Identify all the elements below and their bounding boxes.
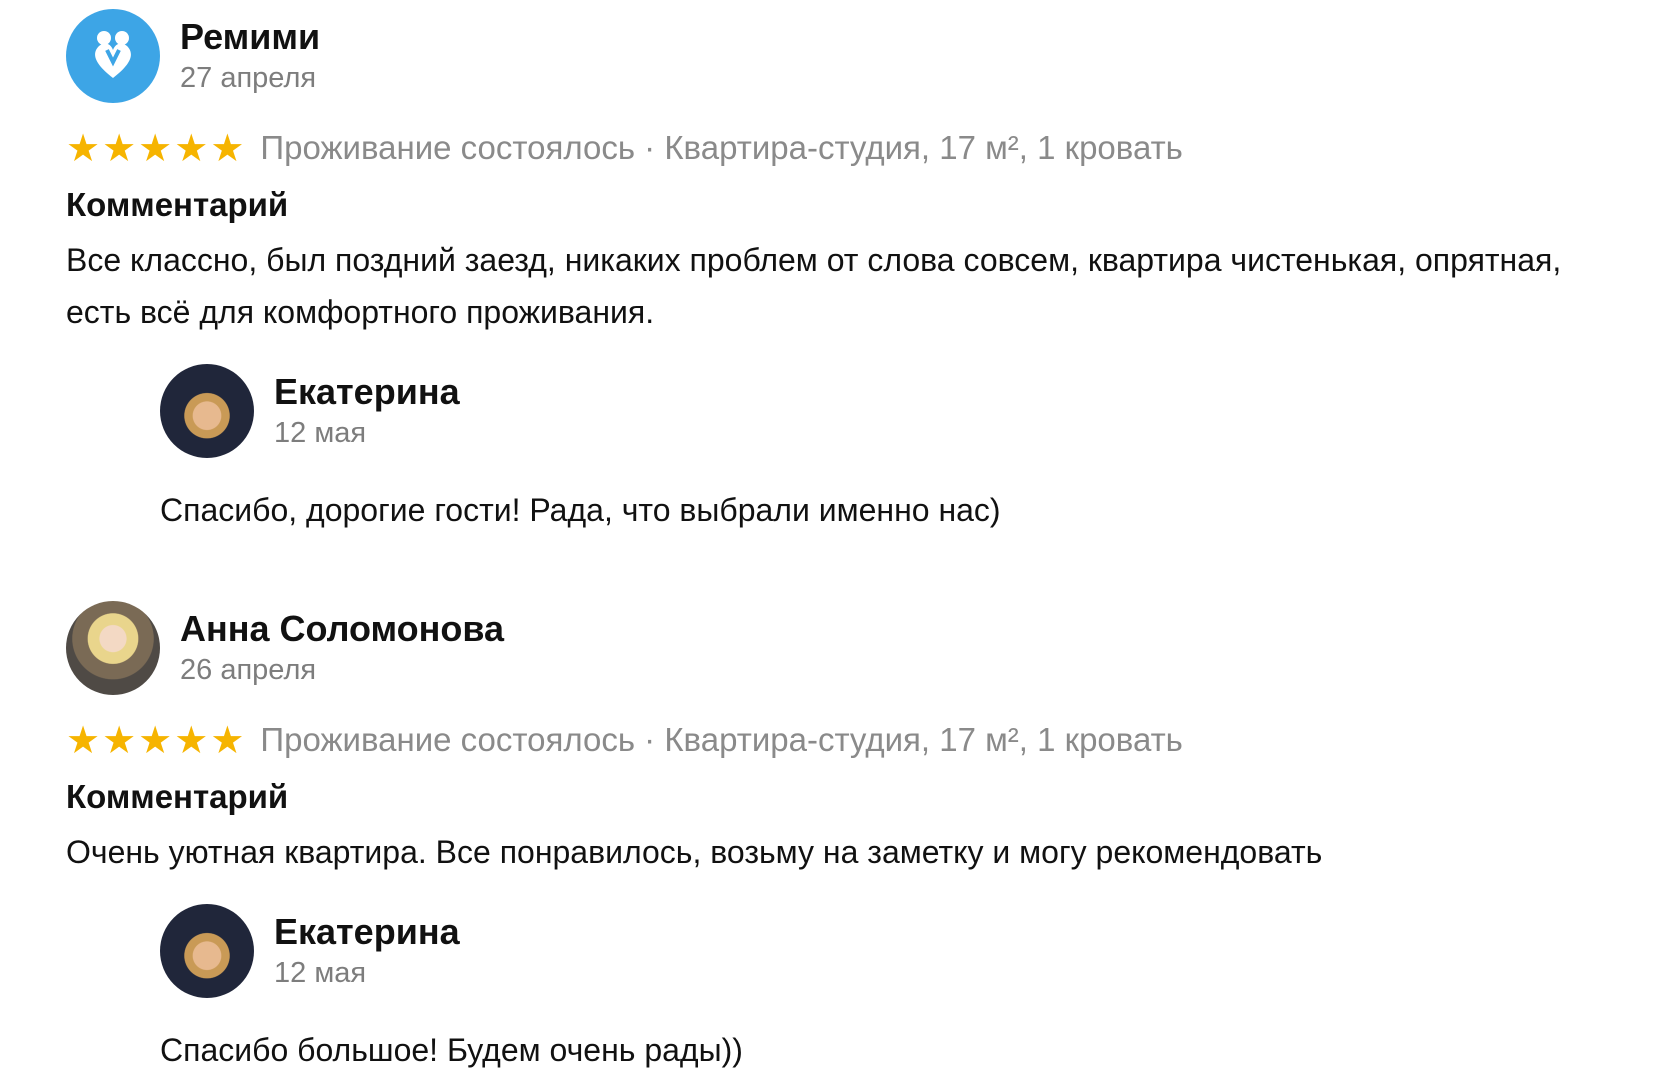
rating-line: ★ ★ ★ ★ ★ Проживание состоялось · Кварти… <box>66 718 1626 762</box>
star-rating: ★ ★ ★ ★ ★ <box>66 128 244 168</box>
rating-line: ★ ★ ★ ★ ★ Проживание состоялось · Кварти… <box>66 126 1626 170</box>
reply-text: Спасибо, дорогие гости! Рада, что выбрал… <box>160 492 1001 528</box>
star-icon: ★ <box>102 718 137 762</box>
comment-text: Очень уютная квартира. Все понравилось, … <box>66 834 1323 870</box>
star-icon: ★ <box>66 126 101 170</box>
star-icon: ★ <box>210 718 245 762</box>
review-card: Ремими 27 апреля ★ ★ ★ ★ ★ Проживание со… <box>66 8 1626 532</box>
stay-info: Проживание состоялось · Квартира-студия,… <box>260 721 1183 758</box>
reply-author[interactable]: Екатерина 12 мая <box>160 364 1626 458</box>
review-date: 27 апреля <box>180 62 317 94</box>
star-icon: ★ <box>138 126 173 170</box>
reply-author[interactable]: Екатерина 12 мая <box>160 904 1626 998</box>
author-name[interactable]: Ремими <box>180 16 320 58</box>
host-reply: Екатерина 12 мая Спасибо, дорогие гости!… <box>160 364 1626 532</box>
star-icon: ★ <box>174 718 209 762</box>
review-date: 26 апреля <box>180 654 317 686</box>
reply-text: Спасибо большое! Будем очень рады)) <box>160 1032 743 1068</box>
reply-date: 12 мая <box>274 957 367 989</box>
comment-label: Комментарий <box>66 778 289 815</box>
avatar[interactable] <box>160 904 254 998</box>
avatar[interactable] <box>160 364 254 458</box>
review-author[interactable]: Анна Соломонова 26 апреля <box>66 600 1626 696</box>
star-icon: ★ <box>102 126 137 170</box>
star-icon: ★ <box>174 126 209 170</box>
star-icon: ★ <box>210 126 245 170</box>
avatar[interactable] <box>66 601 160 695</box>
hearts-logo-icon <box>95 31 131 78</box>
star-icon: ★ <box>66 718 101 762</box>
star-icon: ★ <box>138 718 173 762</box>
reply-date: 12 мая <box>274 417 367 449</box>
review-card: Анна Соломонова 26 апреля ★ ★ ★ ★ ★ Прож… <box>66 600 1626 1072</box>
star-rating: ★ ★ ★ ★ ★ <box>66 720 244 760</box>
author-name[interactable]: Анна Соломонова <box>180 608 504 650</box>
author-name[interactable]: Екатерина <box>274 371 460 413</box>
review-author[interactable]: Ремими 27 апреля <box>66 8 1626 104</box>
avatar[interactable] <box>66 9 160 103</box>
stay-info: Проживание состоялось · Квартира-студия,… <box>260 129 1183 166</box>
comment-text: Все классно, был поздний заезд, никаких … <box>66 242 1562 330</box>
comment-label: Комментарий <box>66 186 289 223</box>
host-reply: Екатерина 12 мая Спасибо большое! Будем … <box>160 904 1626 1072</box>
author-name[interactable]: Екатерина <box>274 911 460 953</box>
